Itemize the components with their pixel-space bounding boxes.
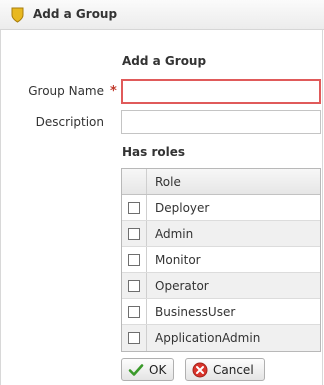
role-checkbox[interactable] — [128, 201, 140, 214]
role-row[interactable]: BusinessUser — [122, 299, 320, 325]
select-column-header — [122, 169, 147, 194]
description-input[interactable] — [121, 110, 321, 134]
role-checkbox[interactable] — [128, 227, 140, 240]
shield-icon — [11, 7, 24, 23]
group-name-label: Group Name — [28, 84, 104, 98]
dialog-title: Add a Group — [33, 7, 118, 21]
roles-table: Role Deployer Admin Monitor Operator Bus… — [121, 168, 321, 352]
role-row[interactable]: Operator — [122, 273, 320, 299]
role-label: Monitor — [155, 252, 201, 267]
roles-table-header: Role — [122, 169, 320, 195]
cancel-button-label: Cancel — [213, 362, 254, 377]
group-name-input[interactable] — [121, 79, 321, 104]
dialog-border-left — [0, 30, 1, 385]
role-label: Deployer — [155, 200, 210, 215]
role-label: ApplicationAdmin — [155, 331, 261, 345]
role-label: Admin — [155, 226, 194, 241]
roles-heading: Has roles — [122, 145, 186, 159]
role-row[interactable]: ApplicationAdmin — [122, 325, 320, 351]
role-checkbox[interactable] — [128, 332, 140, 344]
ok-button-label: OK — [149, 362, 167, 377]
role-checkbox[interactable] — [128, 279, 140, 292]
role-checkbox[interactable] — [128, 253, 140, 266]
dialog-title-bar: Add a Group — [0, 0, 324, 30]
cancel-icon — [192, 362, 208, 377]
role-label: Operator — [155, 278, 209, 293]
ok-button[interactable]: OK — [121, 358, 174, 381]
role-row[interactable]: Deployer — [122, 195, 320, 221]
role-checkbox[interactable] — [128, 305, 140, 318]
role-row[interactable]: Monitor — [122, 247, 320, 273]
description-label: Description — [35, 115, 104, 129]
role-label: BusinessUser — [155, 304, 236, 319]
required-indicator: * — [110, 84, 117, 99]
cancel-button[interactable]: Cancel — [185, 358, 265, 381]
dialog-border-right — [322, 30, 323, 385]
role-column-header[interactable]: Role — [147, 169, 181, 194]
role-row[interactable]: Admin — [122, 221, 320, 247]
checkmark-icon — [128, 363, 144, 376]
form-heading: Add a Group — [122, 54, 207, 68]
